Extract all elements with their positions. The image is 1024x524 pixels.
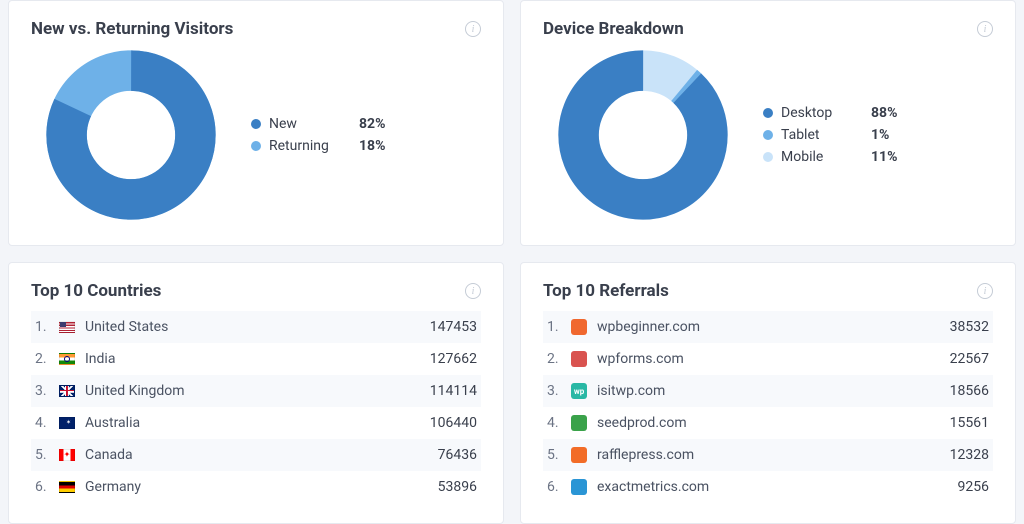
legend-row: Desktop 88%: [763, 105, 921, 121]
device-donut-chart: [543, 45, 743, 225]
rank: 2.: [35, 351, 59, 367]
rank: 4.: [547, 415, 571, 431]
favicon-icon: [571, 351, 587, 367]
countries-list: 1. United States147453 2. India127662 3. Unit…: [31, 311, 481, 503]
flag-icon: [59, 449, 75, 461]
info-icon[interactable]: i: [977, 21, 993, 37]
device-card: Device Breakdown i Desktop 88%: [520, 0, 1016, 246]
country-label: Germany: [85, 479, 438, 495]
info-icon[interactable]: i: [465, 21, 481, 37]
list-item: 5. rafflepress.com12328: [543, 439, 993, 471]
legend-dot-icon: [251, 141, 261, 151]
list-item: 2. India127662: [31, 343, 481, 375]
list-item: 2. wpforms.com22567: [543, 343, 993, 375]
list-item: 4. seedprod.com15561: [543, 407, 993, 439]
country-label: India: [85, 351, 430, 367]
flag-icon: [59, 481, 75, 493]
referral-label: rafflepress.com: [597, 447, 950, 463]
info-icon[interactable]: i: [465, 283, 481, 299]
flag-icon: [59, 321, 75, 333]
referral-value: 38532: [950, 319, 989, 335]
rank: 6.: [547, 479, 571, 495]
rank: 4.: [35, 415, 59, 431]
visitors-donut-chart: [31, 45, 231, 225]
legend-value: 11%: [871, 149, 921, 165]
favicon-icon: [571, 447, 587, 463]
referral-value: 9256: [958, 479, 989, 495]
legend-value: 18%: [359, 138, 409, 154]
list-item: 5. Canada76436: [31, 439, 481, 471]
referral-label: wpforms.com: [597, 351, 950, 367]
legend-label: Tablet: [781, 127, 871, 143]
referral-value: 22567: [950, 351, 989, 367]
country-label: Canada: [85, 447, 438, 463]
rank: 1.: [547, 319, 571, 335]
countries-card-title: Top 10 Countries: [31, 281, 161, 301]
list-item: 3.wp isitwp.com18566: [543, 375, 993, 407]
legend-dot-icon: [763, 130, 773, 140]
legend-row: Returning 18%: [251, 138, 409, 154]
referrals-card-title: Top 10 Referrals: [543, 281, 669, 301]
country-label: United States: [85, 319, 430, 335]
list-item: 6. Germany53896: [31, 471, 481, 503]
legend-value: 1%: [871, 127, 921, 143]
list-item: 1. wpbeginner.com38532: [543, 311, 993, 343]
referral-label: wpbeginner.com: [597, 319, 950, 335]
referral-value: 15561: [950, 415, 989, 431]
list-item: 4. Australia106440: [31, 407, 481, 439]
rank: 1.: [35, 319, 59, 335]
list-item: 1. United States147453: [31, 311, 481, 343]
info-icon[interactable]: i: [977, 283, 993, 299]
flag-icon: [59, 353, 75, 365]
visitors-card: New vs. Returning Visitors i New 82% Ret…: [8, 0, 504, 246]
country-value: 147453: [430, 319, 477, 335]
favicon-icon: [571, 479, 587, 495]
legend-dot-icon: [251, 119, 261, 129]
legend-label: Mobile: [781, 149, 871, 165]
list-item: 6. exactmetrics.com9256: [543, 471, 993, 503]
rank: 3.: [35, 383, 59, 399]
favicon-icon: [571, 319, 587, 335]
rank: 3.: [547, 383, 571, 399]
referral-label: exactmetrics.com: [597, 479, 958, 495]
device-card-title: Device Breakdown: [543, 19, 684, 39]
rank: 6.: [35, 479, 59, 495]
rank: 5.: [35, 447, 59, 463]
country-value: 76436: [438, 447, 477, 463]
legend-row: Tablet 1%: [763, 127, 921, 143]
visitors-legend: New 82% Returning 18%: [251, 110, 409, 160]
visitors-card-title: New vs. Returning Visitors: [31, 19, 233, 39]
legend-label: Returning: [269, 138, 359, 154]
legend-value: 82%: [359, 116, 409, 132]
country-value: 127662: [430, 351, 477, 367]
country-value: 114114: [430, 383, 477, 399]
favicon-icon: [571, 415, 587, 431]
flag-icon: [59, 385, 75, 397]
legend-dot-icon: [763, 152, 773, 162]
device-legend: Desktop 88% Tablet 1% Mobile 11%: [763, 99, 921, 171]
favicon-icon: wp: [571, 383, 587, 399]
legend-row: New 82%: [251, 116, 409, 132]
referral-label: isitwp.com: [597, 383, 950, 399]
country-label: United Kingdom: [85, 383, 430, 399]
country-value: 53896: [438, 479, 477, 495]
referral-label: seedprod.com: [597, 415, 950, 431]
referrals-card: Top 10 Referrals i 1. wpbeginner.com38532…: [520, 262, 1016, 524]
list-item: 3. United Kingdom114114: [31, 375, 481, 407]
rank: 2.: [547, 351, 571, 367]
referral-value: 12328: [950, 447, 989, 463]
flag-icon: [59, 417, 75, 429]
referral-value: 18566: [950, 383, 989, 399]
legend-value: 88%: [871, 105, 921, 121]
legend-label: Desktop: [781, 105, 871, 121]
legend-row: Mobile 11%: [763, 149, 921, 165]
legend-dot-icon: [763, 108, 773, 118]
referrals-list: 1. wpbeginner.com38532 2. wpforms.com22567 3…: [543, 311, 993, 503]
country-label: Australia: [85, 415, 430, 431]
rank: 5.: [547, 447, 571, 463]
legend-label: New: [269, 116, 359, 132]
country-value: 106440: [430, 415, 477, 431]
countries-card: Top 10 Countries i 1. United States147453…: [8, 262, 504, 524]
